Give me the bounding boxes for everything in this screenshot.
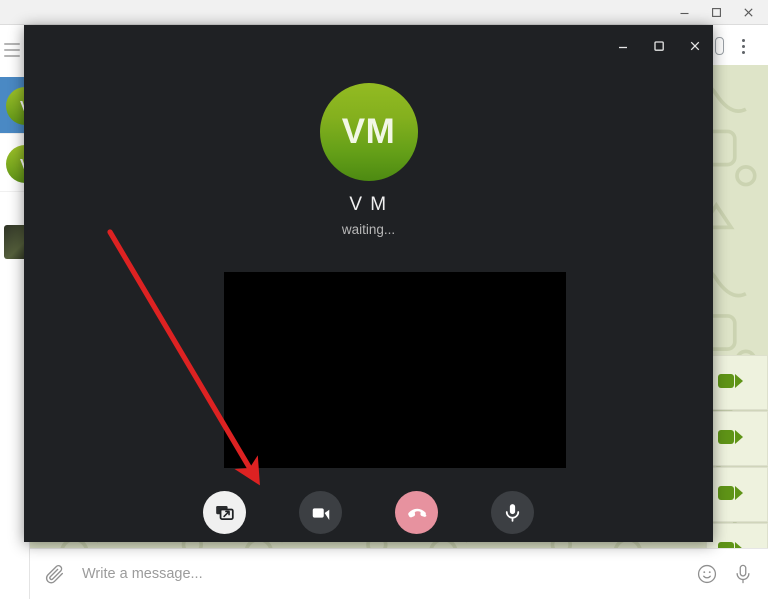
microphone-icon[interactable] [732,563,754,585]
kebab-menu-icon[interactable] [733,35,753,57]
message-composer [30,548,768,599]
call-window-titlebar [605,25,713,67]
end-call-icon [395,491,438,534]
os-maximize-button[interactable] [700,0,732,25]
video-call-window: VM V M waiting... Screencast [24,25,713,542]
video-stage[interactable] [224,272,566,468]
call-status-text: waiting... [341,222,396,237]
contact-name: V M [349,194,388,215]
screencast-icon [203,491,246,534]
video-camera-icon [718,430,743,444]
video-camera-icon [718,486,743,500]
call-minimize-button[interactable] [605,25,641,67]
os-window-controls [668,0,764,25]
call-participant-identity: VM V M waiting... [24,83,713,237]
call-close-button[interactable] [677,25,713,67]
smiley-icon[interactable] [696,563,718,585]
mute-button[interactable]: Mute [480,491,546,542]
os-close-button[interactable] [732,0,764,25]
screen-root: V V VM V M waiting... [0,0,768,599]
microphone-icon [491,491,534,534]
avatar: VM [319,83,418,181]
os-titlebar [0,0,768,25]
video-camera-icon [299,491,342,534]
message-input[interactable] [82,566,682,582]
list-item[interactable] [706,467,768,522]
list-item[interactable] [706,411,768,466]
message-bubble-list [706,355,768,573]
end-call-button[interactable]: End Call [384,491,450,542]
paperclip-icon[interactable] [44,563,66,585]
video-camera-icon [718,374,743,388]
call-controls-bar: Screencast Stop Video [24,491,713,542]
call-maximize-button[interactable] [641,25,677,67]
screencast-button[interactable]: Screencast [192,491,258,542]
list-item[interactable] [706,355,768,410]
tab-preview-icon[interactable] [715,37,724,55]
menu-icon[interactable] [4,43,20,61]
os-minimize-button[interactable] [668,0,700,25]
stop-video-button[interactable]: Stop Video [288,491,354,542]
